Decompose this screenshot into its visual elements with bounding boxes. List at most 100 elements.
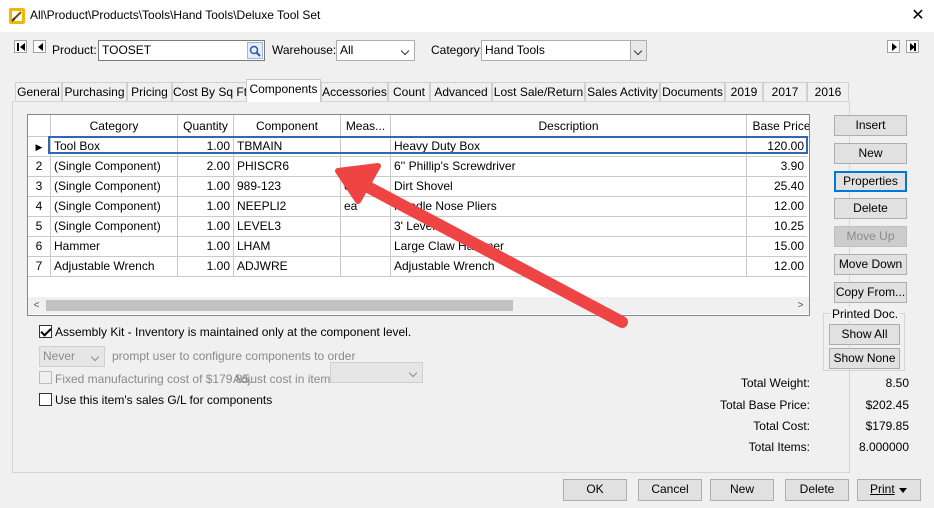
table-cell[interactable]: 12.00 — [747, 257, 807, 277]
product-input[interactable]: TOOSET — [98, 40, 265, 61]
table-cell[interactable]: 2.00 — [178, 157, 234, 177]
table-cell[interactable]: PHISCR6 — [234, 157, 341, 177]
table-cell[interactable]: Dirt Shovel — [391, 177, 747, 197]
table-cell[interactable]: 1.00 — [178, 177, 234, 197]
components-grid[interactable]: Category Quantity Component Meas... Desc… — [27, 114, 810, 316]
cancel-button[interactable]: Cancel — [638, 479, 702, 501]
table-cell[interactable]: (Single Component) — [51, 197, 178, 217]
table-cell[interactable] — [341, 217, 391, 237]
next-record-button[interactable] — [887, 40, 900, 53]
table-cell[interactable]: 3' Level — [391, 217, 747, 237]
previous-record-button[interactable] — [33, 40, 46, 53]
close-icon[interactable]: ✕ — [906, 4, 930, 28]
print-button[interactable]: Print — [857, 479, 921, 501]
sales-gl-checkbox[interactable] — [39, 393, 52, 406]
warehouse-select[interactable]: All — [336, 40, 415, 61]
table-cell[interactable]: 6'' Phillip's Screwdriver — [391, 157, 747, 177]
move-up-button[interactable]: Move Up — [834, 226, 907, 247]
delete-component-button[interactable]: Delete — [834, 198, 907, 219]
ok-button[interactable]: OK — [563, 479, 627, 501]
first-record-button[interactable] — [14, 40, 27, 53]
table-cell[interactable]: Adjustable Wrench — [391, 257, 747, 277]
tab-components[interactable]: Components — [246, 79, 321, 102]
column-header-description[interactable]: Description — [391, 115, 747, 137]
row-number[interactable]: 2 — [28, 157, 51, 177]
table-cell[interactable]: (Single Component) — [51, 157, 178, 177]
new-component-button[interactable]: New — [834, 143, 907, 164]
table-cell[interactable]: (Single Component) — [51, 217, 178, 237]
product-lookup-button[interactable] — [247, 42, 263, 59]
table-cell[interactable]: 10.25 — [747, 217, 807, 237]
row-number[interactable]: 5 — [28, 217, 51, 237]
table-cell[interactable]: Tool Box — [51, 137, 178, 157]
tab-2017[interactable]: 2017 — [763, 82, 807, 101]
assembly-kit-checkbox[interactable] — [39, 325, 52, 338]
table-cell[interactable]: 1.00 — [178, 137, 234, 157]
show-all-button[interactable]: Show All — [829, 324, 900, 345]
scroll-left-icon[interactable]: < — [28, 297, 45, 314]
row-indicator[interactable]: ▶ — [28, 137, 51, 157]
table-cell[interactable]: 1.00 — [178, 197, 234, 217]
last-record-button[interactable] — [906, 40, 919, 53]
table-cell[interactable]: 1.00 — [178, 217, 234, 237]
table-cell[interactable] — [341, 237, 391, 257]
table-cell[interactable]: Hammer — [51, 237, 178, 257]
row-number[interactable]: 3 — [28, 177, 51, 197]
table-cell[interactable]: Adjustable Wrench — [51, 257, 178, 277]
properties-button[interactable]: Properties — [834, 171, 907, 192]
scrollbar-thumb[interactable] — [46, 300, 513, 311]
tab-accessories[interactable]: Accessories — [321, 82, 388, 101]
table-cell[interactable]: 1.00 — [178, 237, 234, 257]
table-cell[interactable]: 25.40 — [747, 177, 807, 197]
table-cell[interactable]: LEVEL3 — [234, 217, 341, 237]
horizontal-scrollbar[interactable]: < > — [28, 297, 809, 314]
new-button[interactable]: New — [710, 479, 774, 501]
prompt-mode-select[interactable]: Never — [39, 346, 105, 367]
column-header-base-price[interactable]: Base Price — [747, 115, 809, 137]
tab-general[interactable]: General — [15, 82, 62, 101]
tab-purchasing[interactable]: Purchasing — [62, 82, 127, 101]
fixed-cost-checkbox[interactable] — [39, 371, 52, 384]
table-cell[interactable]: Heavy Duty Box — [391, 137, 747, 157]
row-number[interactable]: 6 — [28, 237, 51, 257]
table-cell[interactable]: 120.00 — [747, 137, 807, 157]
column-header-measure[interactable]: Meas... — [341, 115, 391, 137]
table-cell[interactable]: ea — [341, 177, 391, 197]
table-cell[interactable]: NEEPLI2 — [234, 197, 341, 217]
table-cell[interactable] — [341, 137, 391, 157]
copy-from-button[interactable]: Copy From... — [834, 282, 907, 303]
table-cell[interactable]: ea — [341, 197, 391, 217]
adjust-cost-select[interactable] — [330, 362, 423, 383]
tab-count[interactable]: Count — [388, 82, 430, 101]
show-none-button[interactable]: Show None — [829, 348, 900, 369]
column-header-component[interactable]: Component — [234, 115, 341, 137]
row-number[interactable]: 7 — [28, 257, 51, 277]
move-down-button[interactable]: Move Down — [834, 254, 907, 275]
table-cell[interactable]: 989-123 — [234, 177, 341, 197]
category-select[interactable]: Hand Tools — [481, 40, 647, 61]
delete-button[interactable]: Delete — [785, 479, 849, 501]
column-header-quantity[interactable]: Quantity — [178, 115, 234, 137]
table-cell[interactable]: 12.00 — [747, 197, 807, 217]
tab-documents[interactable]: Documents — [660, 82, 725, 101]
insert-button[interactable]: Insert — [834, 115, 907, 136]
column-header-category[interactable]: Category — [51, 115, 178, 137]
tab-sales-activity[interactable]: Sales Activity — [585, 82, 660, 101]
table-cell[interactable] — [341, 157, 391, 177]
table-cell[interactable]: LHAM — [234, 237, 341, 257]
row-number[interactable]: 4 — [28, 197, 51, 217]
table-cell[interactable]: TBMAIN — [234, 137, 341, 157]
table-cell[interactable]: 1.00 — [178, 257, 234, 277]
table-cell[interactable]: 15.00 — [747, 237, 807, 257]
tab-lost-sale-return[interactable]: Lost Sale/Return — [492, 82, 585, 101]
table-cell[interactable] — [341, 257, 391, 277]
table-cell[interactable]: ADJWRE — [234, 257, 341, 277]
tab-2019[interactable]: 2019 — [725, 82, 763, 101]
tab-2016[interactable]: 2016 — [807, 82, 849, 101]
tab-advanced[interactable]: Advanced — [430, 82, 492, 101]
tab-cost-by-sq-ft[interactable]: Cost By Sq Ft — [172, 82, 248, 101]
table-cell[interactable]: (Single Component) — [51, 177, 178, 197]
table-cell[interactable]: 3.90 — [747, 157, 807, 177]
table-cell[interactable]: Large Claw Hammer — [391, 237, 747, 257]
table-cell[interactable]: Needle Nose Pliers — [391, 197, 747, 217]
